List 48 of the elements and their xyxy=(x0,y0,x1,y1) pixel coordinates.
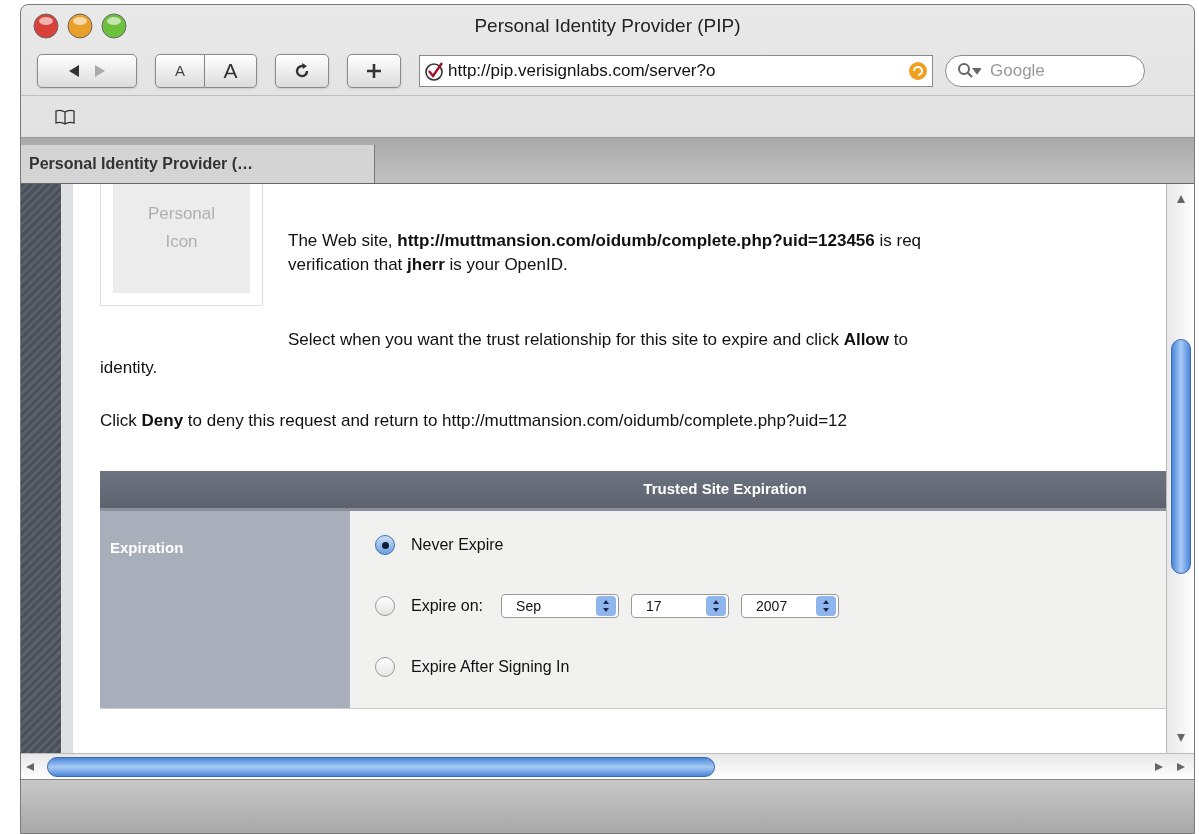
window-control-icon[interactable] xyxy=(67,13,93,39)
left-arrow-icon[interactable] xyxy=(25,761,35,772)
right-arrow-icon[interactable] xyxy=(1154,761,1164,772)
right-arrow-icon[interactable] xyxy=(1176,761,1186,772)
add-bookmark-button[interactable] xyxy=(347,54,401,88)
request-text: The Web site, http://muttmansion.com/oidumb/complete.php?uid=123456 is req xyxy=(288,230,922,252)
up-arrow-icon[interactable] xyxy=(1175,194,1186,204)
plus-icon xyxy=(365,62,383,80)
scroll-thumb[interactable] xyxy=(47,756,715,777)
date-dropdown[interactable]: 17 xyxy=(631,594,730,618)
radio-button[interactable] xyxy=(375,657,395,677)
option-label: Expire After Signing In xyxy=(411,657,570,677)
text-smaller-button[interactable]: A xyxy=(155,54,205,88)
browser-tab[interactable]: Personal Identity Provider (… xyxy=(21,145,375,183)
back-arrow-icon xyxy=(67,64,81,78)
table-header: Trusted Site Expiration xyxy=(100,471,1166,511)
window-title: Personal Identity Provider (PIP) xyxy=(474,13,741,38)
back-forward-button[interactable] xyxy=(37,54,137,88)
vertical-scrollbar[interactable] xyxy=(1166,184,1194,753)
radio-button[interactable] xyxy=(375,535,395,555)
stepper-arrows-icon xyxy=(596,596,617,616)
forward-arrow-icon xyxy=(93,64,107,78)
instruction-text: Select when you want the trust relationship for this site to expire and click Allow to xyxy=(287,329,909,351)
placeholder-label: Personal Icon xyxy=(146,203,217,253)
scroll-thumb[interactable] xyxy=(1170,339,1191,574)
book-icon[interactable] xyxy=(55,108,75,125)
text-bigger-button[interactable]: A xyxy=(205,54,257,88)
window-control-icon[interactable] xyxy=(33,13,59,39)
stepper-arrows-icon xyxy=(816,596,837,616)
down-arrow-icon[interactable] xyxy=(1175,733,1186,743)
reload-button[interactable] xyxy=(275,54,329,88)
reload-icon xyxy=(293,62,311,80)
row-label: Expiration xyxy=(110,539,184,556)
checkmark-badge-icon xyxy=(424,61,444,81)
option-label: Never Expire xyxy=(411,535,504,555)
date-dropdown[interactable]: Sep xyxy=(501,594,620,618)
search-icon xyxy=(957,62,981,80)
search-field[interactable]: Google xyxy=(945,55,1145,87)
instruction-text: identity. xyxy=(100,357,159,379)
deny-text: Click Deny to deny this request and return to http://muttmansion.com/oidumb/complete.php?uid=12 xyxy=(100,410,848,432)
request-text: verification that jherr is your OpenID. xyxy=(288,254,569,276)
window-control-icon[interactable] xyxy=(101,13,127,39)
stepper-arrows-icon xyxy=(706,596,727,616)
horizontal-scrollbar[interactable] xyxy=(21,753,1194,779)
address-field[interactable]: http://pip.verisignlabs.com/server?o xyxy=(419,55,933,87)
radio-button[interactable] xyxy=(375,596,395,616)
option-label: Expire on: xyxy=(411,596,484,616)
date-dropdown[interactable]: 2007 xyxy=(741,594,840,618)
